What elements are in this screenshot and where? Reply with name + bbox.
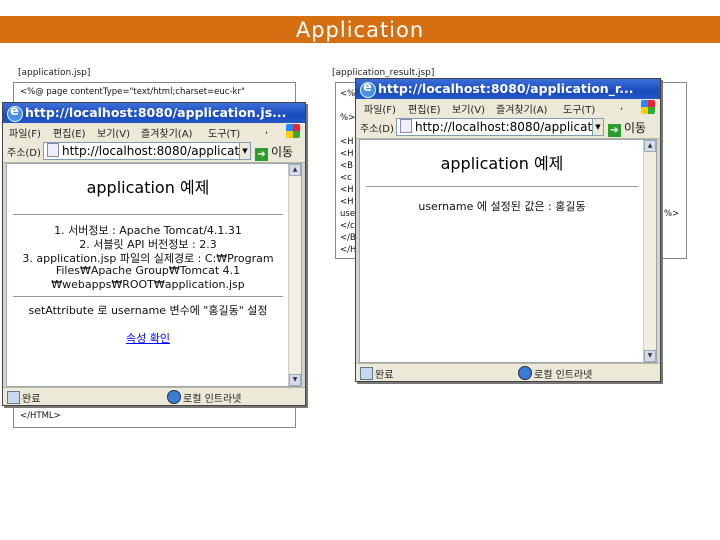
address-input[interactable]: http://localhost:8080/applicat bbox=[396, 118, 594, 136]
menu-bar: 파일(F) 편집(E) 보기(V) 즐겨찾기(A) 도구(T) , bbox=[3, 123, 305, 141]
code-line: </H bbox=[340, 245, 357, 255]
page-done-icon bbox=[7, 391, 20, 404]
code-line: <% bbox=[340, 89, 356, 99]
address-input[interactable]: http://localhost:8080/applicat bbox=[43, 142, 241, 160]
ie-icon bbox=[7, 104, 23, 122]
scroll-up-icon[interactable]: ▲ bbox=[644, 140, 656, 152]
vertical-scrollbar[interactable]: ▲ ▼ bbox=[643, 140, 656, 362]
scroll-up-icon[interactable]: ▲ bbox=[289, 164, 301, 176]
status-done: 완료 bbox=[375, 370, 394, 381]
menu-view[interactable]: 보기(V) bbox=[97, 125, 130, 140]
menu-more[interactable]: , bbox=[620, 101, 623, 112]
left-code-caption: [application.jsp] bbox=[18, 68, 91, 78]
code-line: </B bbox=[340, 233, 356, 243]
address-bar: 주소(D) http://localhost:8080/applicat ▼ ➔… bbox=[3, 140, 305, 163]
set-attribute-text: setAttribute 로 username 변수에 "홍길동" 설정 bbox=[28, 304, 268, 317]
status-zone: 로컬 인트라넷 bbox=[534, 370, 593, 381]
code-line: %> bbox=[340, 113, 356, 123]
code-line: <H bbox=[340, 149, 354, 159]
window-title: http://localhost:8080/application_r... bbox=[378, 81, 634, 96]
go-label: 이동 bbox=[624, 121, 647, 135]
divider bbox=[13, 296, 283, 297]
menu-view[interactable]: 보기(V) bbox=[452, 101, 485, 116]
menu-more[interactable]: , bbox=[265, 125, 268, 136]
status-done: 완료 bbox=[22, 394, 41, 405]
menu-tools[interactable]: 도구(T) bbox=[208, 125, 240, 140]
windows-logo-icon bbox=[286, 124, 300, 138]
address-value: http://localhost:8080/applicat bbox=[415, 120, 593, 134]
page-icon bbox=[400, 119, 412, 133]
status-bar: 완료 로컬 인트라넷 bbox=[356, 363, 660, 381]
menu-file[interactable]: 파일(F) bbox=[364, 101, 396, 116]
arrow-right-icon: ➔ bbox=[255, 148, 268, 161]
vertical-scrollbar[interactable]: ▲ ▼ bbox=[288, 164, 301, 386]
chevron-down-icon[interactable]: ▼ bbox=[592, 118, 604, 136]
title-bar[interactable]: http://localhost:8080/application.js... bbox=[3, 103, 305, 123]
code-line: </HTML> bbox=[20, 411, 61, 421]
info-line: ₩webapps₩ROOT₩application.jsp bbox=[51, 278, 245, 291]
go-label: 이동 bbox=[271, 145, 294, 159]
title-bar[interactable]: http://localhost:8080/application_r... bbox=[356, 79, 660, 99]
menu-edit[interactable]: 편집(E) bbox=[408, 101, 441, 116]
menu-edit[interactable]: 편집(E) bbox=[53, 125, 86, 140]
code-line: <H bbox=[340, 185, 354, 195]
menu-favorites[interactable]: 즐겨찾기(A) bbox=[141, 125, 192, 140]
address-label: 주소(D) bbox=[7, 148, 41, 159]
check-attribute-link[interactable]: 속성 확인 bbox=[126, 332, 170, 345]
go-button[interactable]: ➔ 이동 bbox=[255, 143, 293, 161]
address-label: 주소(D) bbox=[360, 124, 394, 135]
status-zone: 로컬 인트라넷 bbox=[183, 394, 242, 405]
page-content: application 예제 username 에 설정된 값은 : 홍길동 ▲… bbox=[359, 139, 657, 363]
result-text: username 에 설정된 값은 : 홍길동 bbox=[418, 200, 586, 213]
code-line: %> bbox=[664, 209, 680, 219]
intranet-icon bbox=[167, 390, 181, 404]
code-line: <c bbox=[340, 173, 352, 183]
menu-bar: 파일(F) 편집(E) 보기(V) 즐겨찾기(A) 도구(T) , bbox=[356, 99, 660, 117]
page-title: application 예제 bbox=[86, 178, 210, 197]
right-code-caption: [application_result.jsp] bbox=[332, 68, 435, 78]
page-title: application 예제 bbox=[440, 154, 564, 173]
menu-favorites[interactable]: 즐겨찾기(A) bbox=[496, 101, 547, 116]
intranet-icon bbox=[518, 366, 532, 380]
ie-icon bbox=[360, 80, 376, 98]
info-line: Files₩Apache Group₩Tomcat 4.1 bbox=[55, 264, 241, 277]
address-bar: 주소(D) http://localhost:8080/applicat ▼ ➔… bbox=[356, 116, 660, 139]
code-line: </c bbox=[340, 221, 355, 231]
scroll-down-icon[interactable]: ▼ bbox=[289, 374, 301, 386]
browser-window-left: http://localhost:8080/application.js... … bbox=[2, 102, 306, 406]
page-done-icon bbox=[360, 367, 373, 380]
page-content: application 예제 1. 서버정보 : Apache Tomcat/4… bbox=[6, 163, 302, 387]
menu-file[interactable]: 파일(F) bbox=[9, 125, 41, 140]
code-line: <H bbox=[340, 137, 354, 147]
browser-window-right: http://localhost:8080/application_r... 파… bbox=[355, 78, 661, 382]
window-title: http://localhost:8080/application.js... bbox=[25, 105, 287, 120]
windows-logo-icon bbox=[641, 100, 655, 114]
code-line: use bbox=[340, 209, 356, 219]
divider bbox=[13, 214, 283, 215]
menu-tools[interactable]: 도구(T) bbox=[563, 101, 595, 116]
go-button[interactable]: ➔ 이동 bbox=[608, 119, 646, 137]
code-line: <B bbox=[340, 161, 353, 171]
address-value: http://localhost:8080/applicat bbox=[62, 144, 240, 158]
slide-title: Application bbox=[0, 16, 720, 43]
page-icon bbox=[47, 143, 59, 157]
divider bbox=[366, 186, 638, 187]
status-bar: 완료 로컬 인트라넷 bbox=[3, 387, 305, 405]
chevron-down-icon[interactable]: ▼ bbox=[239, 142, 251, 160]
scroll-down-icon[interactable]: ▼ bbox=[644, 350, 656, 362]
code-line: <H bbox=[340, 197, 354, 207]
code-line: <%@ page contentType="text/html;charset=… bbox=[20, 87, 245, 97]
arrow-right-icon: ➔ bbox=[608, 124, 621, 137]
